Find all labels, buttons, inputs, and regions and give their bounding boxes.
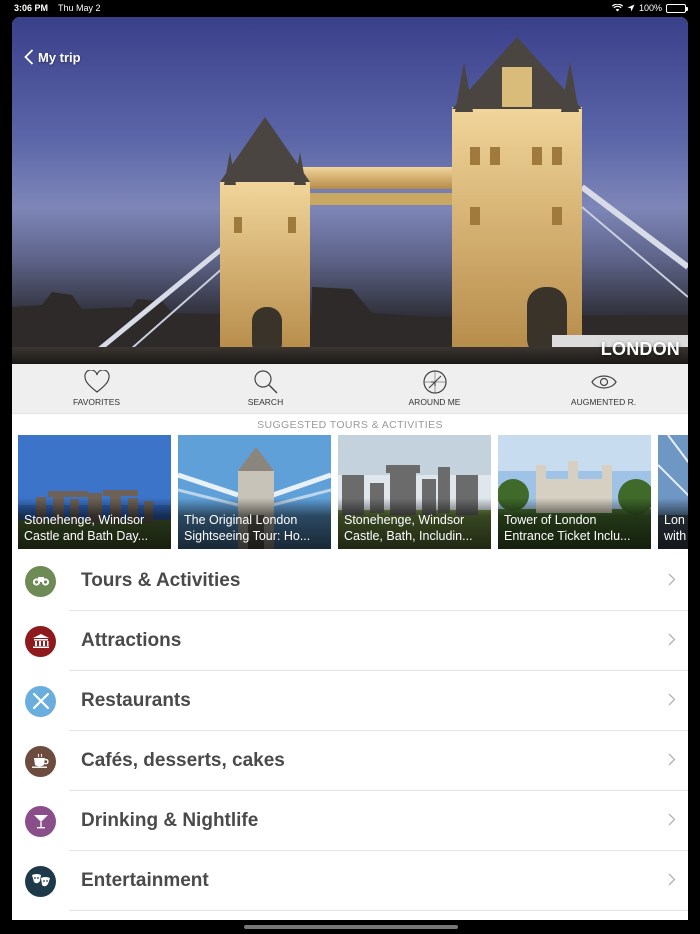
tour-card-caption: Lon with: [658, 498, 688, 549]
augmented-reality-label: AUGMENTED R.: [570, 397, 637, 407]
category-label: Restaurants: [81, 690, 191, 711]
back-label: My trip: [38, 49, 81, 65]
divider: [69, 910, 688, 911]
tour-card-title-line2: with: [664, 529, 687, 543]
category-drinking-nightlife[interactable]: Drinking & Nightlife: [12, 791, 688, 851]
chevron-right-icon: [668, 813, 676, 826]
tour-card-title-line1: Tower of London: [504, 513, 597, 527]
category-list: Tours & Activities Attractions Restauran…: [12, 551, 688, 911]
suggested-section-title: SUGGESTED TOURS & ACTIVITIES: [257, 419, 443, 431]
tour-card-caption: Tower of London Entrance Ticket Inclu...: [498, 498, 651, 549]
tower-bridge-illustration: [12, 37, 688, 364]
category-attractions[interactable]: Attractions: [12, 611, 688, 671]
chevron-left-icon: [24, 49, 34, 65]
tour-card-title-line2: Sightseeing Tour: Ho...: [184, 529, 311, 543]
home-indicator[interactable]: [244, 925, 458, 929]
category-entertainment[interactable]: Entertainment: [12, 851, 688, 911]
binoculars-icon: [25, 565, 56, 597]
wifi-icon: [611, 4, 623, 12]
heart-icon: [83, 370, 110, 393]
status-right: 100%: [611, 3, 688, 13]
theater-masks-icon: [25, 865, 56, 897]
search-label: SEARCH: [247, 397, 284, 407]
chevron-right-icon: [668, 873, 676, 886]
search-button[interactable]: SEARCH: [181, 364, 350, 413]
favorites-label: FAVORITES: [72, 397, 121, 407]
around-me-button[interactable]: AROUND ME: [350, 364, 519, 413]
tours-carousel[interactable]: Stonehenge, Windsor Castle and Bath Day..…: [12, 435, 688, 551]
tour-card-title-line2: Castle and Bath Day...: [24, 529, 149, 543]
category-cafes[interactable]: Cafés, desserts, cakes: [12, 731, 688, 791]
app-window: My trip LONDON FAVORITES SEARCH AROUND M…: [12, 17, 688, 920]
tour-card[interactable]: Tower of London Entrance Ticket Inclu...: [498, 435, 651, 549]
tour-card[interactable]: Stonehenge, Windsor Castle, Bath, Includi…: [338, 435, 491, 549]
tour-card-caption: The Original London Sightseeing Tour: Ho.…: [178, 498, 331, 549]
favorites-button[interactable]: FAVORITES: [12, 364, 181, 413]
tour-card-title-line2: Entrance Ticket Inclu...: [504, 529, 631, 543]
tour-card[interactable]: The Original London Sightseeing Tour: Ho.…: [178, 435, 331, 549]
battery-icon: [666, 3, 688, 13]
location-arrow-icon: [627, 4, 635, 12]
status-time: 3:06 PM: [14, 3, 49, 13]
tour-card-caption: Stonehenge, Windsor Castle and Bath Day..…: [18, 498, 171, 549]
back-button[interactable]: My trip: [24, 49, 81, 65]
toolbar: FAVORITES SEARCH AROUND ME AUGMENTED R.: [12, 364, 688, 414]
chevron-right-icon: [668, 573, 676, 586]
cocktail-icon: [25, 805, 56, 837]
tour-card[interactable]: Lon with: [658, 435, 688, 549]
tour-card-caption: Stonehenge, Windsor Castle, Bath, Includi…: [338, 498, 491, 549]
category-tours-activities[interactable]: Tours & Activities: [12, 551, 688, 611]
city-hero-image: My trip LONDON: [12, 17, 688, 364]
status-date: Thu May 2: [58, 3, 101, 13]
screen: 3:06 PM Thu May 2 100% My trip LONDON FA…: [0, 0, 700, 934]
compass-icon: [422, 370, 447, 394]
museum-icon: [25, 625, 56, 657]
tour-card-title-line1: Lon: [664, 513, 685, 527]
tour-card-title-line1: The Original London: [184, 513, 298, 527]
tour-card-title-line1: Stonehenge, Windsor: [344, 513, 465, 527]
category-label: Drinking & Nightlife: [81, 810, 259, 831]
category-label: Tours & Activities: [81, 570, 241, 591]
category-restaurants[interactable]: Restaurants: [12, 671, 688, 731]
tour-card-title-line2: Castle, Bath, Includin...: [344, 529, 473, 543]
chevron-right-icon: [668, 633, 676, 646]
status-bar: 3:06 PM Thu May 2 100%: [0, 0, 700, 16]
city-title: LONDON: [600, 339, 680, 359]
category-label: Cafés, desserts, cakes: [81, 750, 285, 771]
around-me-label: AROUND ME: [408, 397, 461, 407]
coffee-cup-icon: [25, 745, 56, 777]
tour-card-title-line1: Stonehenge, Windsor: [24, 513, 145, 527]
cutlery-icon: [25, 685, 56, 717]
augmented-reality-button[interactable]: AUGMENTED R.: [519, 364, 688, 413]
chevron-right-icon: [668, 693, 676, 706]
eye-icon: [590, 375, 617, 389]
category-label: Entertainment: [81, 870, 209, 891]
search-icon: [253, 370, 277, 394]
tour-card[interactable]: Stonehenge, Windsor Castle and Bath Day..…: [18, 435, 171, 549]
category-label: Attractions: [81, 630, 182, 651]
battery-percent: 100%: [638, 3, 662, 13]
chevron-right-icon: [668, 753, 676, 766]
